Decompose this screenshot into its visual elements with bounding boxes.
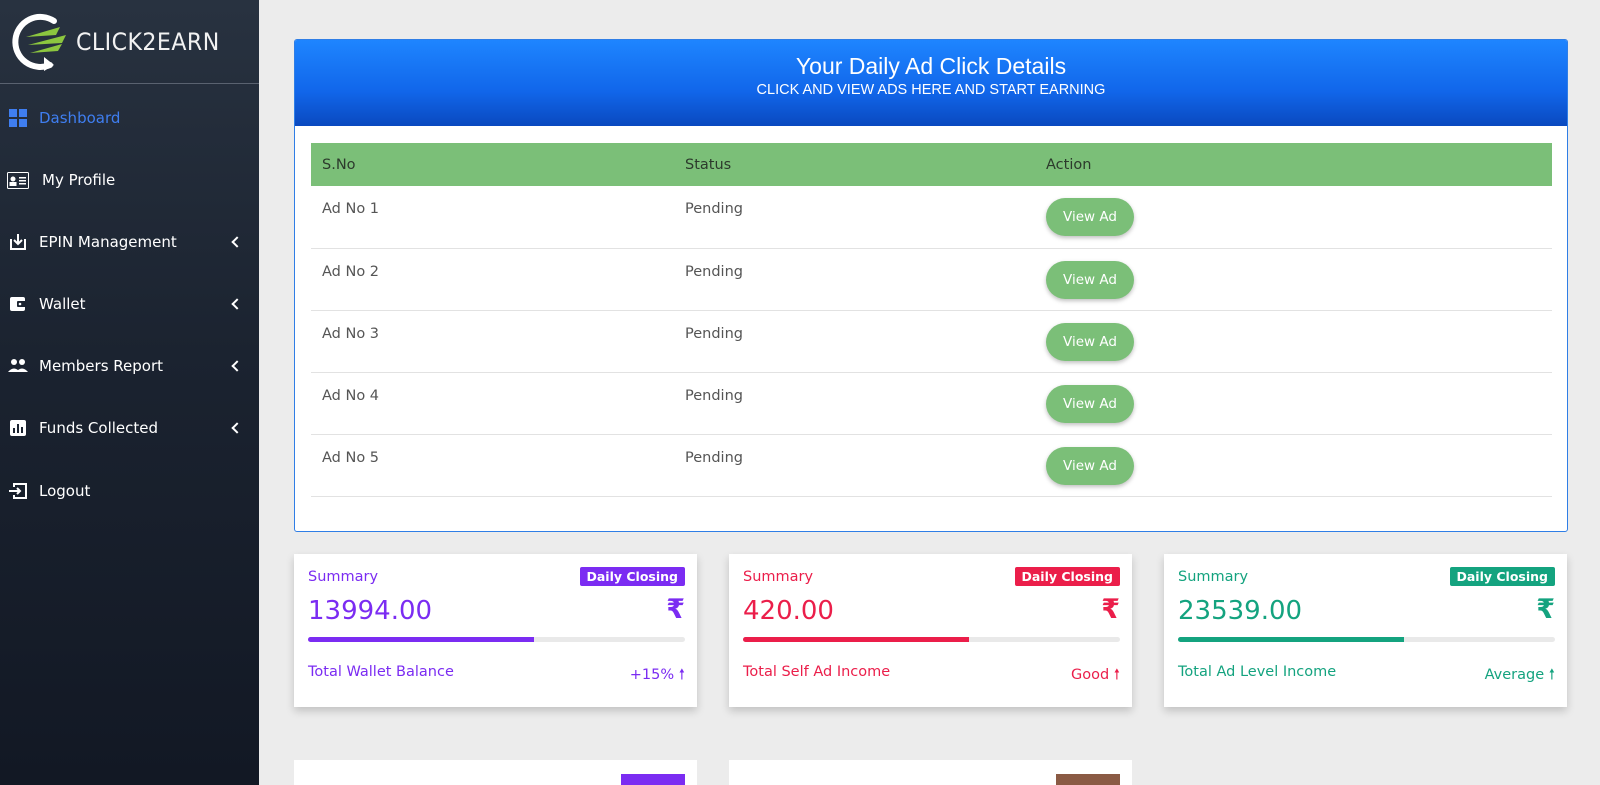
view-ad-button[interactable]: View Ad (1046, 322, 1134, 361)
ad-status: Pending (674, 186, 1035, 249)
view-ad-button[interactable]: View Ad (1046, 384, 1134, 423)
view-ad-button[interactable]: View Ad (1046, 198, 1134, 236)
table-header-row: S.No Status Action (311, 143, 1552, 186)
sidebar-item-epin-management[interactable]: EPIN Management (0, 222, 259, 262)
sidebar-item-wallet[interactable]: Wallet (0, 284, 259, 324)
view-ad-button[interactable]: View Ad (1046, 446, 1134, 485)
summary-trend: Average 🠕 (1485, 664, 1555, 689)
column-header-status: Status (674, 143, 1035, 186)
rupee-icon: ₹ (1101, 594, 1120, 625)
sidebar-item-label: Funds Collected (39, 419, 159, 437)
id-card-icon (7, 170, 29, 190)
trend-text: Good (1070, 667, 1110, 683)
ad-panel-title: Your Daily Ad Click Details (795, 53, 1067, 79)
sidebar-item-label: Members Report (39, 357, 164, 375)
ad-number: Ad No 4 (311, 372, 674, 435)
view-ad-button[interactable]: View Ad (1046, 260, 1134, 299)
summary-value: 420.00 (743, 596, 834, 626)
ad-status: Pending (674, 248, 1035, 311)
bar-chart-icon (8, 418, 28, 438)
sidebar-item-members-report[interactable]: Members Report (0, 346, 259, 386)
people-icon (8, 356, 28, 376)
arrow-up-icon: 🠕 (1548, 667, 1555, 683)
summary-progress-bar (743, 637, 1120, 642)
summary-value: 23539.00 (1178, 596, 1303, 626)
summary-value: 13994.00 (308, 596, 433, 626)
ad-status: Pending (674, 310, 1035, 373)
chevron-left-icon (231, 298, 243, 310)
ad-number: Ad No 5 (311, 434, 674, 497)
sidebar-item-funds-collected[interactable]: Funds Collected (0, 408, 259, 448)
sidebar-item-label: Logout (39, 482, 91, 500)
summary-footer-label: Total Wallet Balance (308, 664, 454, 680)
brand[interactable]: CLICK2EARN (0, 0, 259, 84)
progress-fill (1178, 637, 1405, 642)
sidebar-item-label: My Profile (42, 171, 116, 189)
summary-footer-label: Total Self Ad Income (743, 664, 891, 680)
progress-fill (743, 637, 970, 642)
summary-trend: Good 🠕 (1071, 664, 1120, 689)
summary-card-wallet: Summary Daily Closing 13994.00 ₹ Total W… (294, 554, 697, 707)
badge-partial (621, 774, 685, 785)
ads-table: S.No Status Action Ad No 1 Pending View … (311, 143, 1552, 497)
chevron-left-icon (231, 236, 243, 248)
arrow-up-icon: 🠕 (1113, 667, 1120, 683)
download-box-icon (8, 232, 28, 252)
dashboard-grid-icon (8, 108, 28, 128)
table-row: Ad No 1 Pending View Ad (311, 186, 1552, 249)
summary-progress-bar (1178, 637, 1555, 642)
trend-text: +15% (629, 667, 675, 683)
summary-trend: +15% 🠕 (630, 664, 685, 689)
summary-label: Summary (1178, 569, 1249, 585)
sidebar-item-label: EPIN Management (39, 233, 177, 251)
summary-card-ad-level: Summary Daily Closing 23539.00 ₹ Total A… (1164, 554, 1567, 707)
summary-footer-label: Total Ad Level Income (1178, 664, 1337, 680)
rupee-icon: ₹ (1536, 594, 1555, 625)
sidebar-item-label: Dashboard (39, 109, 121, 127)
ad-number: Ad No 1 (311, 186, 674, 249)
summary-card-self-ad: Summary Daily Closing 420.00 ₹ Total Sel… (729, 554, 1132, 707)
chevron-left-icon (231, 360, 243, 372)
table-row: Ad No 4 Pending View Ad (311, 372, 1552, 435)
ad-panel-header: Your Daily Ad Click Details CLICK AND VI… (295, 40, 1567, 126)
rupee-icon: ₹ (666, 594, 685, 625)
sidebar-item-label: Wallet (39, 295, 86, 313)
ad-status: Pending (674, 434, 1035, 497)
brand-name: CLICK2EARN (76, 27, 220, 56)
table-row: Ad No 2 Pending View Ad (311, 248, 1552, 311)
sidebar-item-my-profile[interactable]: My Profile (0, 160, 259, 200)
arrow-up-icon: 🠕 (678, 667, 685, 683)
summary-card-partial (729, 760, 1132, 785)
daily-ad-panel: Your Daily Ad Click Details CLICK AND VI… (294, 39, 1568, 532)
daily-closing-badge: Daily Closing (1449, 567, 1555, 586)
sidebar-item-dashboard[interactable]: Dashboard (0, 98, 259, 138)
ad-number: Ad No 2 (311, 248, 674, 311)
sidebar: CLICK2EARN Dashboard My Profile EPIN Man… (0, 0, 259, 785)
ad-number: Ad No 3 (311, 310, 674, 373)
c2e-logo-icon (12, 13, 66, 71)
summary-progress-bar (308, 637, 685, 642)
chevron-left-icon (231, 422, 243, 434)
badge-partial (1056, 774, 1120, 785)
logout-icon (8, 481, 28, 501)
table-row: Ad No 5 Pending View Ad (311, 434, 1552, 497)
sidebar-item-logout[interactable]: Logout (0, 471, 259, 511)
wallet-icon (8, 294, 28, 314)
column-header-action: Action (1035, 143, 1552, 186)
column-header-sno: S.No (311, 143, 674, 186)
daily-closing-badge: Daily Closing (1014, 567, 1120, 586)
ad-status: Pending (674, 372, 1035, 435)
summary-label: Summary (308, 569, 379, 585)
table-row: Ad No 3 Pending View Ad (311, 310, 1552, 373)
ad-panel-subtitle: CLICK AND VIEW ADS HERE AND START EARNIN… (756, 82, 1106, 98)
progress-fill (308, 637, 535, 642)
daily-closing-badge: Daily Closing (579, 567, 685, 586)
trend-text: Average (1484, 667, 1545, 683)
summary-card-partial (294, 760, 697, 785)
summary-label: Summary (743, 569, 814, 585)
